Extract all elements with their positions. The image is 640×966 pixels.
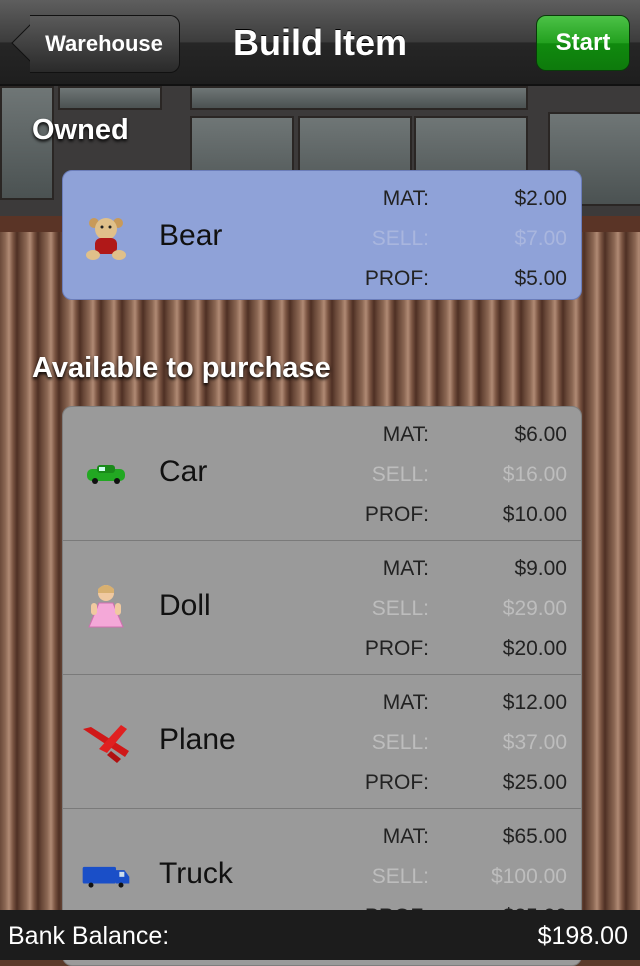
mat-value: $6.00 [514, 423, 567, 446]
bank-balance-bar: Bank Balance: $198.00 [0, 910, 640, 960]
sell-value: $100.00 [491, 865, 567, 888]
teddy-bear-icon [86, 218, 126, 260]
mat-label: MAT: [382, 825, 429, 848]
sell-label: SELL: [371, 731, 429, 754]
prof-value: $20.00 [502, 637, 567, 660]
start-button[interactable]: Start [536, 15, 630, 71]
item-name: Bear [159, 219, 223, 252]
sell-value: $7.00 [514, 227, 567, 250]
navigation-bar: Warehouse Build Item Start [0, 0, 640, 86]
mat-label: MAT: [382, 557, 429, 580]
prof-label: PROF: [364, 637, 429, 660]
available-section-header: Available to purchase [32, 352, 331, 384]
item-name: Doll [159, 589, 211, 622]
sell-label: SELL: [371, 227, 429, 250]
mat-label: MAT: [382, 187, 429, 210]
owned-section-header: Owned [32, 114, 129, 146]
available-items-group: Car MAT: $6.00 SELL: $16.00 PROF: $10.00… [62, 406, 582, 966]
sell-label: SELL: [371, 463, 429, 486]
bank-balance-label: Bank Balance: [8, 922, 170, 950]
sell-value: $16.00 [502, 463, 567, 486]
prof-value: $25.00 [502, 771, 567, 794]
item-row-plane[interactable]: Plane MAT: $12.00 SELL: $37.00 PROF: $25… [63, 675, 581, 809]
item-row-doll[interactable]: Doll MAT: $9.00 SELL: $29.00 PROF: $20.0… [63, 541, 581, 675]
mat-label: MAT: [382, 423, 429, 446]
mat-value: $9.00 [514, 557, 567, 580]
prof-label: PROF: [364, 771, 429, 794]
prof-label: PROF: [364, 503, 429, 526]
sell-value: $37.00 [502, 731, 567, 754]
prof-label: PROF: [364, 267, 429, 290]
item-row-bear[interactable]: Bear MAT: $2.00 SELL: $7.00 PROF: $5.00 [63, 171, 581, 299]
prof-value: $5.00 [514, 267, 567, 290]
plane-icon [83, 725, 129, 763]
mat-value: $12.00 [502, 691, 567, 714]
mat-value: $2.00 [514, 187, 567, 210]
bank-balance-value: $198.00 [537, 922, 628, 950]
car-icon [87, 465, 125, 484]
mat-label: MAT: [382, 691, 429, 714]
doll-icon [88, 585, 124, 628]
owned-items-group: Bear MAT: $2.00 SELL: $7.00 PROF: $5.00 [62, 170, 582, 300]
warehouse-back-button[interactable]: Warehouse [10, 15, 180, 73]
sell-label: SELL: [371, 865, 429, 888]
item-row-car[interactable]: Car MAT: $6.00 SELL: $16.00 PROF: $10.00 [63, 407, 581, 541]
sell-value: $29.00 [502, 597, 567, 620]
item-name: Plane [159, 723, 236, 756]
truck-icon [82, 866, 130, 888]
mat-value: $65.00 [502, 825, 567, 848]
item-name: Car [159, 455, 208, 488]
page-title: Build Item [232, 22, 407, 63]
prof-value: $10.00 [502, 503, 567, 526]
sell-label: SELL: [371, 597, 429, 620]
back-button-label: Warehouse [45, 31, 163, 56]
